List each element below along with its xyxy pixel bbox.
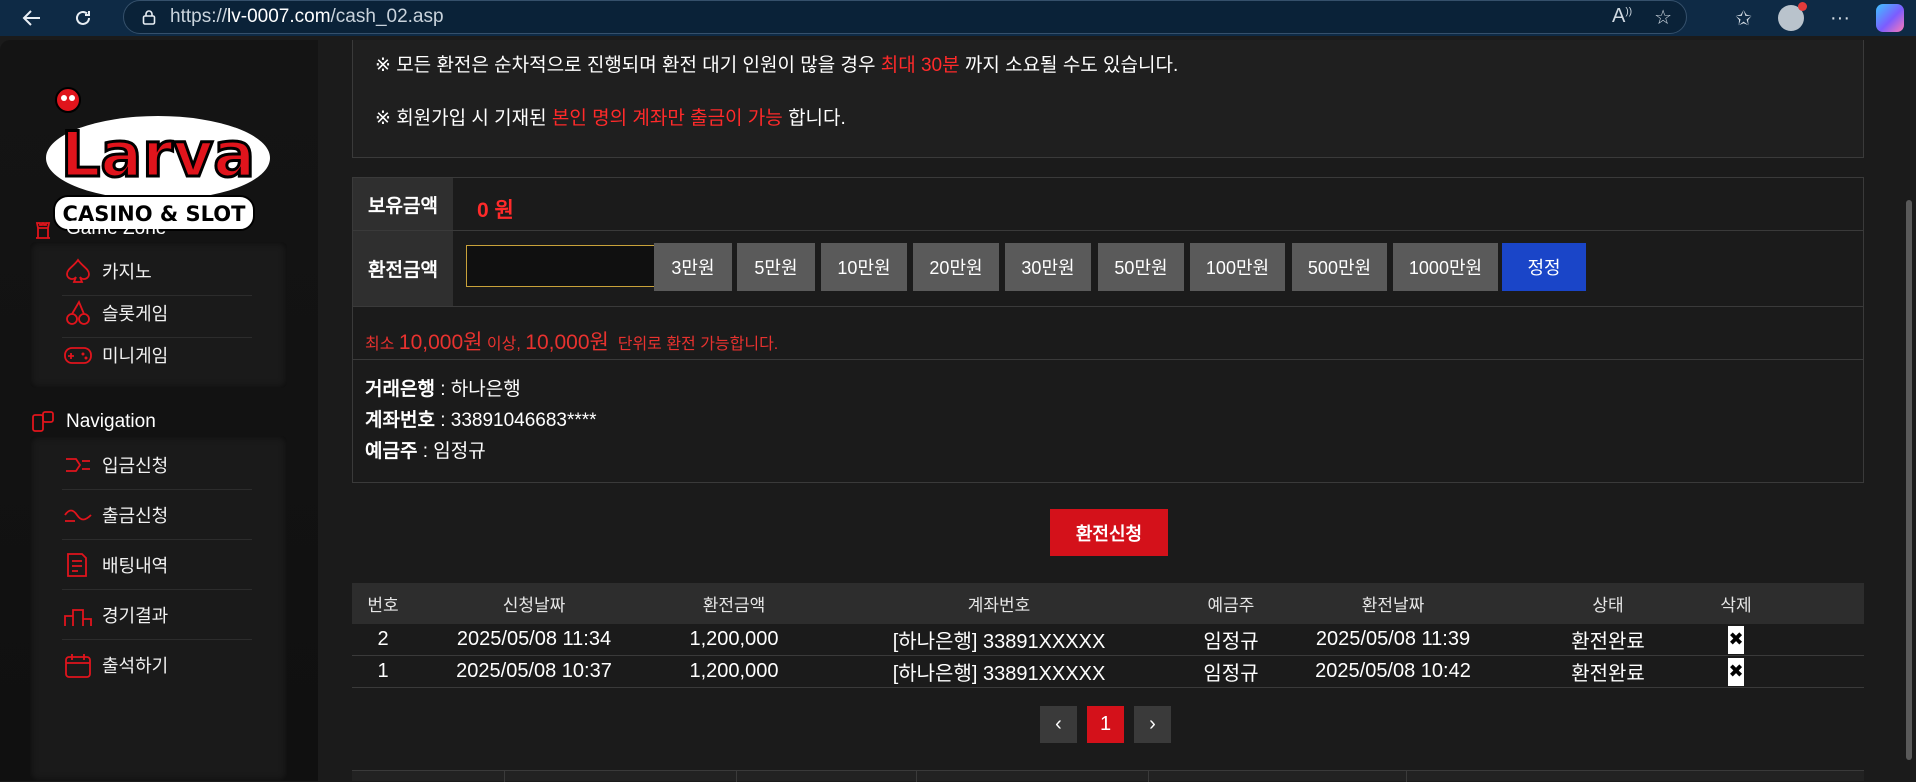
col-holder: 예금주 [1207,596,1255,615]
larva-logo[interactable]: Larva CASINO & SLOT [30,78,286,238]
deposit-icon [66,457,90,472]
notice-line-1: ※ 모든 환전은 순차적으로 진행되며 환전 대기 인원이 많을 경우 최대 3… [375,55,1179,76]
bottom-tab-strip [352,770,1864,782]
chess-rook-icon [35,222,51,239]
sidebar-item-withdraw[interactable]: 출금신청 [62,490,252,540]
pagination: ‹ 1 › [1040,706,1171,743]
amount-button-5m[interactable]: 500만원 [1292,243,1387,291]
col-withdraw-date: 환전날짜 [1361,596,1425,615]
navigation-title: Navigation [30,409,156,435]
read-aloud-icon[interactable]: A)) [1612,5,1632,30]
holder-label: 예금주 [365,441,418,462]
withdraw-icon [64,509,92,522]
notice-line-2: ※ 회원가입 시 기재된 본인 명의 계좌만 출금이 가능 합니다. [375,108,846,129]
url-text[interactable]: https://lv-0007.com/cash_02.asp [170,6,444,28]
profile-avatar[interactable] [1778,2,1808,31]
col-account: 계좌번호 [967,596,1031,615]
navigation-menu: 입금신청 출금신청 배팅내역 경기결과 출석하기 [30,436,287,781]
sidebar-item-bet-history[interactable]: 배팅내역 [62,540,252,590]
gamepad-icon [64,347,92,364]
balance-label: 보유금액 [353,178,453,230]
table-row: 1 2025/05/08 10:37 1,200,000 [하나은행] 3389… [352,656,1864,688]
game-zone-menu: 카지노 슬롯게임 미니게임 [30,242,287,388]
amount-button-100k[interactable]: 10만원 [821,243,907,291]
holder-value: : 임정규 [417,441,486,462]
page-1-button[interactable]: 1 [1087,706,1124,743]
col-request-date: 신청날짜 [502,596,566,615]
sidebar-item-deposit[interactable]: 입금신청 [62,440,252,490]
sidebar-item-results[interactable]: 경기결과 [62,590,252,640]
col-amount: 환전금액 [702,596,766,615]
bank-value: : 하나은행 [434,379,521,400]
amount-button-10m[interactable]: 1000만원 [1393,243,1498,291]
balance-value: 0 원 [477,199,514,222]
back-arrow-icon[interactable] [14,0,50,36]
delete-icon[interactable]: ✖ [1728,625,1744,654]
account-label: 계좌번호 [365,410,435,431]
withdraw-submit-button[interactable]: 환전신청 [1050,509,1168,556]
address-bar[interactable]: https://lv-0007.com/cash_02.asp A)) ☆ [123,0,1687,34]
reset-button[interactable]: 정정 [1502,243,1586,291]
bank-label: 거래은행 [365,379,435,400]
cherry-icon [66,299,90,325]
next-page-button[interactable]: › [1134,706,1171,743]
navigation-icon [32,411,54,432]
minimum-note: 최소 10,000원 이상, 10,000원 단위로 환전 가능합니다. [365,331,779,354]
favorites-list-icon[interactable]: ✩ [1735,6,1752,31]
sidebar: Larva CASINO & SLOT Game Zone 카지노 슬롯게임 미… [0,40,318,781]
col-delete: 삭제 [1720,596,1752,615]
notice-box: ※ 모든 환전은 순차적으로 진행되며 환전 대기 인원이 많을 경우 최대 3… [352,40,1864,158]
col-number: 번호 [367,596,399,615]
table-row: 2 2025/05/08 11:34 1,200,000 [하나은행] 3389… [352,624,1864,656]
delete-icon[interactable]: ✖ [1728,657,1744,686]
amount-button-50k[interactable]: 5만원 [737,243,815,291]
withdraw-history-table: 번호 신청날짜 환전금액 계좌번호 예금주 환전날짜 상태 삭제 2 2025/… [352,583,1864,688]
amount-button-500k[interactable]: 50만원 [1098,243,1184,291]
prev-page-button[interactable]: ‹ [1040,706,1077,743]
amount-button-1m[interactable]: 100만원 [1190,243,1285,291]
copilot-icon[interactable] [1876,4,1904,32]
favorite-star-icon[interactable]: ☆ [1654,5,1672,30]
lock-icon[interactable] [142,9,156,25]
bet-slip-icon [67,552,87,577]
logo-text: Larva [61,118,255,191]
amount-button-300k[interactable]: 30만원 [1005,243,1091,291]
bank-info: 거래은행 : 하나은행 계좌번호 : 33891046683**** 예금주 :… [365,374,597,467]
amount-label: 환전금액 [353,231,453,306]
reload-icon[interactable] [65,0,101,36]
main-content: ※ 모든 환전은 순차적으로 진행되며 환전 대기 인원이 많을 경우 최대 3… [318,40,1916,782]
table-header: 번호 신청날짜 환전금액 계좌번호 예금주 환전날짜 상태 삭제 [352,583,1864,624]
withdraw-form: 보유금액 0 원 환전금액 3만원 5만원 10만원 20만원 30만원 50만… [352,177,1864,483]
sidebar-item-minigame[interactable]: 미니게임 [62,330,252,380]
amount-button-200k[interactable]: 20만원 [913,243,999,291]
more-menu-icon[interactable]: ··· [1830,7,1850,30]
browser-toolbar: https://lv-0007.com/cash_02.asp A)) ☆ ✩ … [0,0,1916,36]
spade-icon [66,257,90,283]
calendar-icon [65,654,91,678]
podium-icon [64,608,92,626]
game-zone-title: Game Zone [30,216,166,242]
scrollbar-thumb[interactable] [1906,200,1912,760]
sidebar-item-attendance[interactable]: 출석하기 [62,640,252,690]
amount-input[interactable] [466,245,674,287]
page-scrollbar[interactable] [1902,40,1916,781]
col-status: 상태 [1592,596,1624,615]
amount-button-30k[interactable]: 3만원 [654,243,732,291]
account-value: : 33891046683**** [434,410,597,431]
